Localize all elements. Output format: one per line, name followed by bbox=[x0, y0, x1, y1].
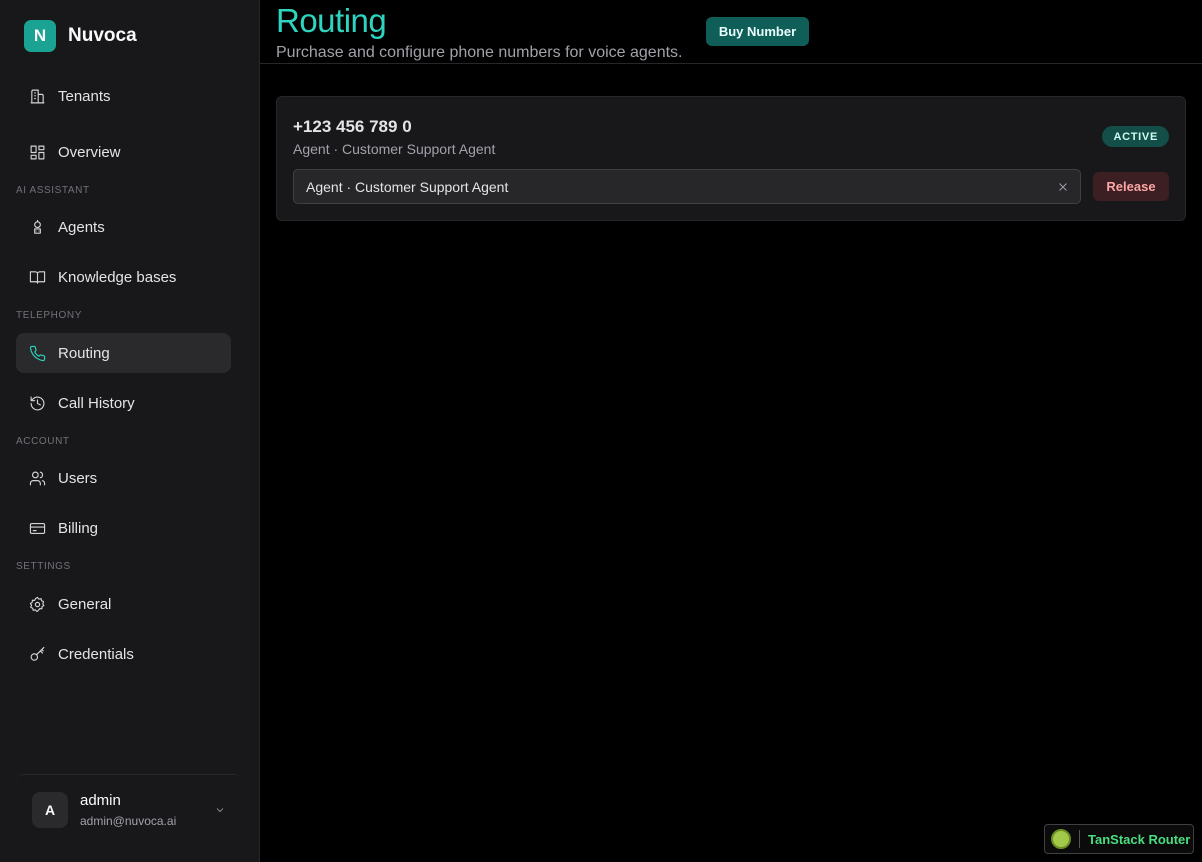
history-icon bbox=[28, 394, 46, 412]
sidebar-item-label: Overview bbox=[58, 143, 121, 161]
sidebar-item-label: Knowledge bases bbox=[58, 268, 177, 286]
sidebar-item-tenants[interactable]: Tenants bbox=[16, 76, 231, 116]
bot-icon bbox=[28, 218, 46, 236]
phone-icon bbox=[28, 344, 46, 362]
avatar: A bbox=[32, 791, 68, 828]
sidebar-item-routing[interactable]: Routing bbox=[16, 333, 231, 373]
sidebar-item-overview[interactable]: Overview bbox=[16, 132, 231, 172]
close-icon[interactable] bbox=[1056, 180, 1070, 194]
sidebar-item-label: Billing bbox=[58, 519, 99, 537]
phone-number-assignment: Agent · Customer Support Agent bbox=[293, 141, 496, 157]
sidebar-item-billing[interactable]: Billing bbox=[16, 508, 231, 548]
phone-number-card: +123 456 789 0 Agent · Customer Support … bbox=[276, 96, 1186, 221]
tanstack-router-devtools-button[interactable]: TanStack Router bbox=[1044, 824, 1194, 854]
chevron-down-icon[interactable] bbox=[214, 803, 226, 815]
section-label-account: ACCOUNT bbox=[16, 436, 70, 447]
sidebar-item-label: Credentials bbox=[58, 645, 134, 663]
brand-name: Nuvoca bbox=[68, 25, 137, 46]
release-button[interactable]: Release bbox=[1093, 172, 1169, 201]
divider bbox=[1079, 830, 1080, 848]
sidebar-item-agents[interactable]: Agents bbox=[16, 207, 231, 247]
section-label-settings: SETTINGS bbox=[16, 561, 71, 572]
sidebar-item-credentials[interactable]: Credentials bbox=[16, 634, 231, 674]
sidebar-item-label: Call History bbox=[58, 394, 135, 412]
sidebar-item-users[interactable]: Users bbox=[16, 458, 231, 498]
status-badge: ACTIVE bbox=[1102, 126, 1169, 147]
credit-card-icon bbox=[28, 519, 46, 537]
devtools-label: TanStack Router bbox=[1088, 831, 1191, 847]
sidebar-item-label: Tenants bbox=[58, 87, 111, 105]
user-menu[interactable]: A admin admin@nuvoca.ai bbox=[16, 774, 242, 844]
phone-number: +123 456 789 0 bbox=[293, 117, 412, 136]
users-icon bbox=[28, 469, 46, 487]
sidebar-item-general[interactable]: General bbox=[16, 584, 231, 624]
page-subtitle: Purchase and configure phone numbers for… bbox=[276, 44, 683, 61]
page-title: Routing bbox=[276, 2, 387, 39]
user-name: admin bbox=[80, 791, 121, 809]
key-icon bbox=[28, 645, 46, 663]
page-header: Routing Purchase and configure phone num… bbox=[260, 0, 1202, 64]
user-email: admin@nuvoca.ai bbox=[80, 813, 177, 828]
section-label-telephony: TELEPHONY bbox=[16, 310, 82, 321]
brand[interactable]: N Nuvoca bbox=[24, 20, 137, 52]
sidebar-item-knowledge-bases[interactable]: Knowledge bases bbox=[16, 257, 231, 297]
sidebar-item-label: Routing bbox=[58, 344, 110, 362]
sidebar-item-label: General bbox=[58, 595, 112, 613]
sidebar-item-label: Users bbox=[58, 469, 98, 487]
buy-number-button[interactable]: Buy Number bbox=[706, 17, 809, 46]
book-icon bbox=[28, 268, 46, 286]
sidebar-item-label: Agents bbox=[58, 218, 105, 236]
brand-logo: N bbox=[24, 20, 56, 52]
agent-select-value: Agent · Customer Support Agent bbox=[306, 178, 509, 195]
section-label-ai-assistant: AI ASSISTANT bbox=[16, 185, 90, 196]
agent-select[interactable]: Agent · Customer Support Agent bbox=[293, 169, 1081, 204]
sidebar: N Nuvoca Tenants Overview AI ASSISTANT A… bbox=[0, 0, 260, 862]
gear-icon bbox=[28, 595, 46, 613]
dashboard-icon bbox=[28, 143, 46, 161]
sidebar-item-call-history[interactable]: Call History bbox=[16, 383, 231, 423]
building-icon bbox=[28, 87, 46, 105]
tanstack-logo-icon bbox=[1051, 829, 1071, 849]
